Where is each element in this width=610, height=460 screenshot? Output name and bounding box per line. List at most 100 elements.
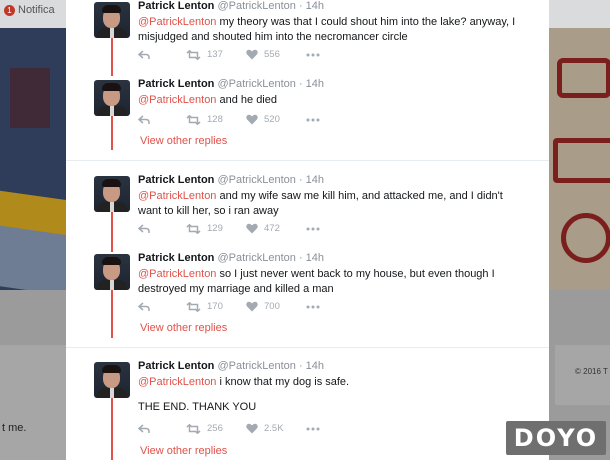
tweet-body: i know that my dog is safe. — [216, 376, 350, 388]
tweet-actions: 170 700 — [138, 301, 326, 312]
like-icon — [246, 223, 258, 234]
background-header-image-right — [549, 28, 610, 290]
more-button[interactable] — [306, 305, 326, 309]
view-other-replies-link[interactable]: View other replies — [140, 135, 227, 147]
reply-button[interactable] — [138, 49, 186, 60]
view-other-replies-link[interactable]: View other replies — [140, 322, 227, 334]
background-lower-left: t me. — [0, 290, 66, 460]
more-button[interactable] — [306, 53, 326, 57]
avatar[interactable] — [94, 80, 130, 116]
like-icon — [246, 423, 258, 434]
reply-icon — [138, 301, 150, 311]
reply-button[interactable] — [138, 223, 186, 234]
like-count: 2.5K — [264, 423, 284, 434]
like-button[interactable]: 472 — [246, 223, 306, 234]
retweet-icon — [186, 301, 201, 312]
retweet-button[interactable]: 256 — [186, 423, 246, 434]
more-icon — [306, 227, 320, 230]
reply-icon — [138, 114, 150, 124]
watermark-text: DOYO — [513, 424, 599, 452]
like-icon — [246, 114, 258, 125]
tweet-text: @PatrickLenton i know that my dog is saf… — [138, 375, 518, 414]
like-button[interactable]: 2.5K — [246, 423, 306, 434]
author-name[interactable]: Patrick Lenton — [138, 252, 214, 264]
notifications-tab[interactable]: 1 Notifica — [4, 4, 55, 16]
mention-link[interactable]: @PatrickLenton — [138, 16, 216, 28]
avatar[interactable] — [94, 254, 130, 290]
retweet-icon — [186, 223, 201, 234]
more-button[interactable] — [306, 227, 326, 231]
tweet-actions: 256 2.5K — [138, 423, 326, 434]
avatar[interactable] — [94, 2, 130, 38]
author-name[interactable]: Patrick Lenton — [138, 0, 214, 12]
retweet-count: 129 — [207, 223, 223, 234]
like-icon — [246, 301, 258, 312]
author-handle-time[interactable]: @PatrickLenton · 14h — [217, 252, 324, 264]
tweet-body-paragraph: THE END. THANK YOU — [138, 400, 257, 413]
thread-connector — [111, 212, 113, 252]
reply-button[interactable] — [138, 114, 186, 125]
reply-button[interactable] — [138, 301, 186, 312]
mention-link[interactable]: @PatrickLenton — [138, 376, 216, 388]
retweet-button[interactable]: 170 — [186, 301, 246, 312]
author-name[interactable]: Patrick Lenton — [138, 174, 214, 186]
more-icon — [306, 118, 320, 121]
retweet-icon — [186, 49, 201, 60]
author-name[interactable]: Patrick Lenton — [138, 360, 214, 372]
more-button[interactable] — [306, 427, 326, 431]
reply-icon — [138, 49, 150, 59]
thread-connector — [111, 116, 113, 150]
thread-connector — [111, 290, 113, 338]
like-count: 700 — [264, 301, 280, 312]
avatar[interactable] — [94, 362, 130, 398]
thread-connector — [111, 38, 113, 76]
like-button[interactable]: 520 — [246, 114, 306, 125]
tweet-text: @PatrickLenton and my wife saw me kill h… — [138, 189, 518, 218]
author-handle-time[interactable]: @PatrickLenton · 14h — [217, 174, 324, 186]
reply-icon — [138, 423, 150, 433]
notifications-label: Notifica — [18, 4, 55, 16]
more-icon — [306, 427, 320, 430]
tweet-header: Patrick Lenton @PatrickLenton · 14h — [138, 252, 324, 264]
retweet-button[interactable]: 137 — [186, 49, 246, 60]
more-icon — [306, 53, 320, 56]
like-icon — [246, 49, 258, 60]
author-handle-time[interactable]: @PatrickLenton · 14h — [217, 360, 324, 372]
tweet-text: @PatrickLenton so I just never went back… — [138, 267, 518, 296]
retweet-button[interactable]: 129 — [186, 223, 246, 234]
tweet-header: Patrick Lenton @PatrickLenton · 14h — [138, 174, 324, 186]
mention-link[interactable]: @PatrickLenton — [138, 190, 216, 202]
watermark-logo: DOYO — [506, 421, 606, 455]
author-handle-time[interactable]: @PatrickLenton · 14h — [217, 0, 324, 12]
divider — [66, 347, 549, 348]
retweet-count: 137 — [207, 49, 223, 60]
author-handle-time[interactable]: @PatrickLenton · 14h — [217, 78, 324, 90]
like-button[interactable]: 700 — [246, 301, 306, 312]
background-header-image-left — [0, 28, 66, 290]
tweet-actions: 129 472 — [138, 223, 326, 234]
like-count: 520 — [264, 114, 280, 125]
more-button[interactable] — [306, 118, 326, 122]
like-button[interactable]: 556 — [246, 49, 306, 60]
retweet-icon — [186, 114, 201, 125]
retweet-count: 128 — [207, 114, 223, 125]
avatar[interactable] — [94, 176, 130, 212]
retweet-count: 170 — [207, 301, 223, 312]
view-other-replies-link[interactable]: View other replies — [140, 445, 227, 457]
mention-link[interactable]: @PatrickLenton — [138, 94, 216, 106]
like-count: 556 — [264, 49, 280, 60]
tweet-header: Patrick Lenton @PatrickLenton · 14h — [138, 0, 324, 12]
conversation-panel: Patrick Lenton @PatrickLenton · 14h @Pat… — [66, 0, 549, 460]
mention-link[interactable]: @PatrickLenton — [138, 268, 216, 280]
author-name[interactable]: Patrick Lenton — [138, 78, 214, 90]
reply-button[interactable] — [138, 423, 186, 434]
retweet-icon — [186, 423, 201, 434]
more-icon — [306, 305, 320, 308]
tweet-header: Patrick Lenton @PatrickLenton · 14h — [138, 360, 324, 372]
tweet-actions: 137 556 — [138, 49, 326, 60]
thread-connector — [111, 398, 113, 460]
like-count: 472 — [264, 223, 280, 234]
tweet-body: and he died — [216, 94, 277, 106]
retweet-button[interactable]: 128 — [186, 114, 246, 125]
divider — [66, 160, 549, 161]
